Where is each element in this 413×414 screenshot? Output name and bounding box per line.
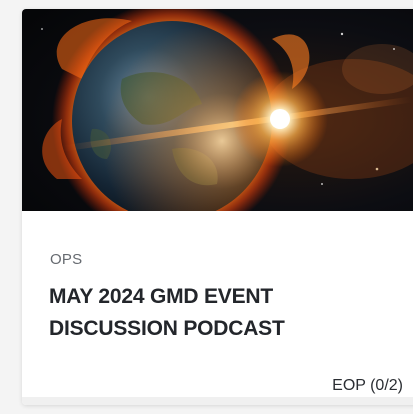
- course-card[interactable]: OPS MAY 2024 GMD EVENT DISCUSSION PODCAS…: [22, 9, 413, 405]
- card-body: OPS MAY 2024 GMD EVENT DISCUSSION PODCAS…: [22, 211, 413, 372]
- card-title[interactable]: MAY 2024 GMD EVENT DISCUSSION PODCAST: [49, 281, 389, 345]
- card-bottom-divider: [22, 397, 413, 405]
- progress-label: EOP (0/2): [332, 377, 403, 394]
- card-category-label: OPS: [50, 251, 83, 268]
- card-thumbnail-image[interactable]: [22, 9, 413, 211]
